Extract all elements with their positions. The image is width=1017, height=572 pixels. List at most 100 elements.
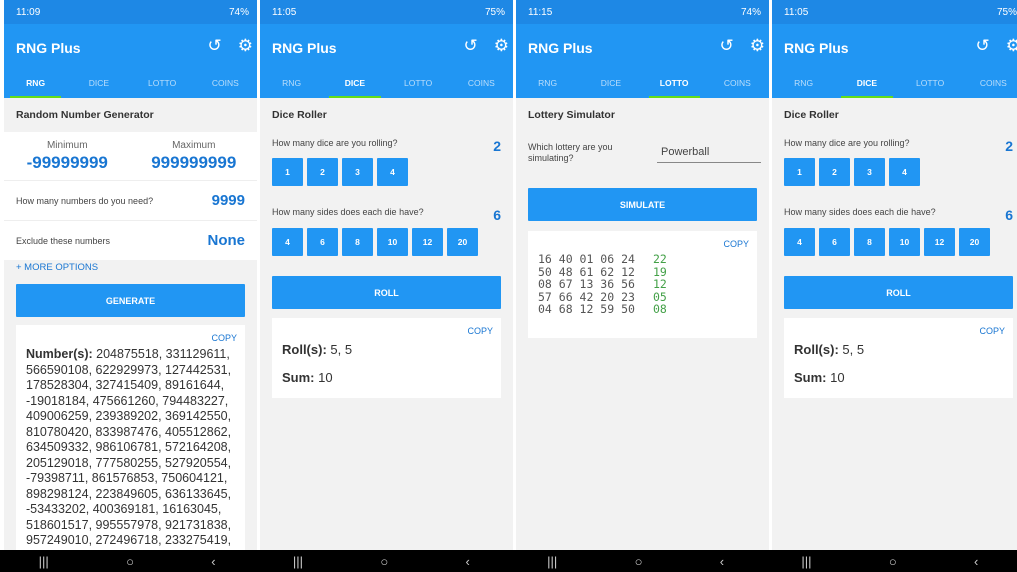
dice-question: How many dice are you rolling? — [272, 138, 398, 148]
recent-apps-icon[interactable]: ||| — [801, 554, 811, 569]
sides-option[interactable]: 20 — [447, 228, 478, 256]
screenshot-lotto: 11:15 74% RNG Plus ↺ ⚙ RNG DICE LOTTO CO… — [516, 0, 769, 572]
generate-button[interactable]: GENERATE — [16, 284, 245, 317]
count-row[interactable]: How many numbers do you need? 9999 — [4, 180, 257, 220]
gear-icon[interactable]: ⚙ — [1006, 36, 1017, 56]
recent-apps-icon[interactable]: ||| — [547, 554, 557, 569]
copy-button[interactable]: COPY — [979, 326, 1005, 336]
back-icon[interactable]: ‹ — [974, 554, 978, 569]
exclude-row[interactable]: Exclude these numbers None — [4, 220, 257, 260]
tab-rng[interactable]: RNG — [260, 71, 323, 98]
lotto-result-card: COPY 16 40 01 06 24 22 50 48 61 62 12 19 0… — [528, 231, 757, 338]
dice-option[interactable]: 4 — [889, 158, 920, 186]
sides-row: How many sides does each die have? 6 — [784, 207, 1013, 223]
history-icon[interactable]: ↺ — [976, 36, 990, 56]
recent-apps-icon[interactable]: ||| — [293, 554, 303, 569]
dice-option[interactable]: 1 — [784, 158, 815, 186]
sides-option[interactable]: 8 — [854, 228, 885, 256]
sides-option[interactable]: 8 — [342, 228, 373, 256]
tab-coins[interactable]: COINS — [450, 71, 513, 98]
maximum-label: Maximum — [172, 140, 216, 151]
app-bar: RNG Plus ↺ ⚙ — [4, 24, 257, 71]
minimum-field[interactable]: Minimum -99999999 — [4, 132, 131, 187]
roll-button[interactable]: ROLL — [784, 276, 1013, 309]
tab-bar: RNG DICE LOTTO COINS — [4, 71, 257, 98]
home-icon[interactable]: ○ — [126, 554, 134, 569]
draw-row: 04 68 12 59 50 08 — [538, 303, 667, 316]
dice-option[interactable]: 1 — [272, 158, 303, 186]
back-icon[interactable]: ‹ — [720, 554, 724, 569]
dice-count-value: 2 — [1005, 138, 1013, 154]
app-bar: RNG Plus ↺ ⚙ — [516, 24, 769, 71]
sides-option[interactable]: 12 — [412, 228, 443, 256]
sides-option[interactable]: 6 — [307, 228, 338, 256]
lotto-draws: 16 40 01 06 24 22 50 48 61 62 12 19 08 67 … — [538, 253, 667, 316]
home-icon[interactable]: ○ — [380, 554, 388, 569]
sides-option[interactable]: 10 — [377, 228, 408, 256]
tab-dice[interactable]: DICE — [323, 71, 386, 98]
system-nav-bar: ||| ○ ‹ ||| ○ ‹ ||| ○ ‹ ||| ○ ‹ — [0, 550, 1017, 572]
tab-bar: RNG DICE LOTTO COINS — [260, 71, 513, 98]
tab-dice[interactable]: DICE — [579, 71, 642, 98]
copy-button[interactable]: COPY — [467, 326, 493, 336]
sides-option[interactable]: 10 — [889, 228, 920, 256]
dice-option[interactable]: 4 — [377, 158, 408, 186]
gear-icon[interactable]: ⚙ — [494, 36, 509, 56]
tab-coins[interactable]: COINS — [706, 71, 769, 98]
count-question: How many numbers do you need? — [16, 195, 154, 206]
history-icon[interactable]: ↺ — [720, 36, 734, 56]
tab-rng[interactable]: RNG — [4, 71, 67, 98]
tab-lotto[interactable]: LOTTO — [387, 71, 450, 98]
maximum-value: 999999999 — [151, 153, 237, 172]
sides-options: 4 6 8 10 12 20 — [272, 228, 478, 256]
tab-rng[interactable]: RNG — [516, 71, 579, 98]
sum-label: Sum: — [282, 370, 315, 385]
app-bar: RNG Plus ↺ ⚙ — [772, 24, 1017, 71]
screenshot-dice-2: 11:05 75% RNG Plus ↺ ⚙ RNG DICE LOTTO CO… — [772, 0, 1017, 572]
tab-lotto[interactable]: LOTTO — [131, 71, 194, 98]
tab-coins[interactable]: COINS — [194, 71, 257, 98]
tab-lotto[interactable]: LOTTO — [899, 71, 962, 98]
sum-label: Sum: — [794, 370, 827, 385]
tab-dice[interactable]: DICE — [835, 71, 898, 98]
back-icon[interactable]: ‹ — [211, 554, 215, 569]
more-options-link[interactable]: + MORE OPTIONS — [16, 262, 98, 273]
copy-button[interactable]: COPY — [211, 333, 237, 343]
tab-lotto[interactable]: LOTTO — [643, 71, 706, 98]
roll-label: Roll(s): — [282, 342, 327, 357]
home-icon[interactable]: ○ — [889, 554, 897, 569]
sides-option[interactable]: 4 — [784, 228, 815, 256]
recent-apps-icon[interactable]: ||| — [39, 554, 49, 569]
numbers-text: 204875518, 331129611, 566590108, 6229299… — [26, 347, 232, 547]
app-title: RNG Plus — [272, 39, 337, 56]
dice-option[interactable]: 3 — [854, 158, 885, 186]
copy-button[interactable]: COPY — [723, 239, 749, 249]
sides-option[interactable]: 12 — [924, 228, 955, 256]
simulate-button[interactable]: SIMULATE — [528, 188, 757, 221]
dice-option[interactable]: 3 — [342, 158, 373, 186]
minimum-label: Minimum — [46, 140, 88, 151]
gear-icon[interactable]: ⚙ — [238, 36, 253, 56]
tab-dice[interactable]: DICE — [67, 71, 130, 98]
tab-rng[interactable]: RNG — [772, 71, 835, 98]
roll-button[interactable]: ROLL — [272, 276, 501, 309]
gear-icon[interactable]: ⚙ — [750, 36, 765, 56]
status-time: 11:15 — [528, 6, 553, 18]
history-icon[interactable]: ↺ — [208, 36, 222, 56]
maximum-field[interactable]: Maximum 999999999 — [131, 132, 258, 187]
sides-option[interactable]: 6 — [819, 228, 850, 256]
sides-option[interactable]: 20 — [959, 228, 990, 256]
dice-option[interactable]: 2 — [307, 158, 338, 186]
roll-result: Roll(s): 5, 5 — [282, 342, 352, 357]
page-title: Lottery Simulator — [516, 98, 769, 132]
back-icon[interactable]: ‹ — [465, 554, 469, 569]
roll-result-card: COPY Roll(s): 5, 5 Sum: 10 — [272, 318, 501, 398]
tab-coins[interactable]: COINS — [962, 71, 1017, 98]
home-icon[interactable]: ○ — [635, 554, 643, 569]
sides-option[interactable]: 4 — [272, 228, 303, 256]
status-time: 11:05 — [272, 6, 297, 18]
dice-option[interactable]: 2 — [819, 158, 850, 186]
lottery-select[interactable]: Powerball — [657, 144, 761, 163]
result-card: COPY Number(s): 204875518, 331129611, 56… — [16, 325, 245, 555]
history-icon[interactable]: ↺ — [464, 36, 478, 56]
